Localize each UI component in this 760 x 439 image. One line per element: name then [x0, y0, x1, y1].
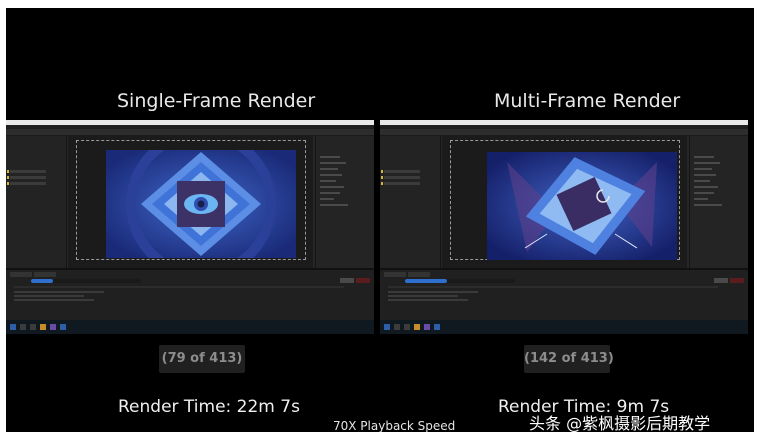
left-progress-bar	[31, 279, 53, 283]
left-frame-counter: (79 of 413)	[159, 345, 245, 373]
right-toolbar	[380, 129, 748, 136]
right-viewer	[487, 152, 677, 260]
left-taskbar	[6, 320, 374, 334]
left-toolbar	[6, 129, 374, 136]
right-title: Multi-Frame Render	[494, 90, 681, 112]
playback-speed-label: 70X Playback Speed	[333, 419, 456, 432]
left-composition-panel	[68, 136, 313, 268]
right-project-panel	[380, 136, 441, 268]
left-stop-button[interactable]	[340, 278, 354, 283]
right-effects-panel	[689, 136, 748, 268]
left-render-time: Render Time: 22m 7s	[118, 397, 300, 417]
right-stop-button[interactable]	[714, 278, 728, 283]
left-viewer	[106, 150, 296, 258]
right-taskbar	[380, 320, 748, 334]
right-frame-counter: (142 of 413)	[524, 345, 614, 373]
video-frame: Single-Frame Render Multi-Frame Render (…	[6, 8, 754, 432]
right-pause-button[interactable]	[730, 278, 744, 283]
left-pause-button[interactable]	[356, 278, 370, 283]
eye-icon	[184, 194, 218, 214]
left-title: Single-Frame Render	[117, 90, 316, 112]
left-project-panel	[6, 136, 67, 268]
left-effects-panel	[315, 136, 374, 268]
right-render-queue	[380, 268, 748, 322]
right-progress-bar	[405, 279, 447, 283]
left-render-queue	[6, 268, 374, 322]
watermark: 头条 @紫枫摄影后期教学	[529, 414, 711, 432]
left-after-effects-window	[6, 120, 374, 334]
right-after-effects-window	[380, 120, 748, 334]
right-composition-panel	[442, 136, 687, 268]
